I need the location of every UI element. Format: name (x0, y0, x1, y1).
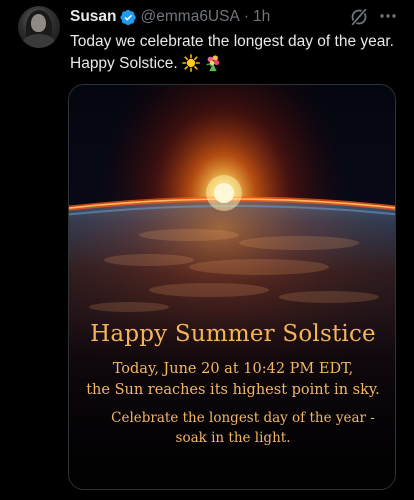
grok-icon[interactable] (349, 7, 369, 27)
author-name[interactable]: Susan (70, 8, 117, 26)
avatar-face (31, 14, 46, 32)
tweet-header: Susan @emma6USA · 1h (70, 7, 270, 27)
media-line-1: Today, June 20 at 10:42 PM EDT, (112, 361, 354, 377)
more-icon[interactable] (377, 6, 399, 26)
avatar[interactable] (18, 6, 60, 48)
tweet[interactable]: Susan @emma6USA · 1h Today we celebrate … (0, 0, 414, 500)
verified-badge-icon[interactable] (119, 9, 137, 26)
bouquet-emoji (204, 54, 222, 79)
tweet-text-body: Today we celebrate the longest day of th… (70, 33, 394, 72)
timestamp[interactable]: 1h (253, 8, 270, 26)
avatar-shoulders (22, 34, 56, 48)
sun-emoji (182, 54, 200, 79)
separator-dot: · (243, 8, 249, 25)
media-line-3: Celebrate the longest day of the year - (111, 410, 375, 426)
tweet-text: Today we celebrate the longest day of th… (70, 31, 400, 79)
media-line-2: the Sun reaches its highest point in sky… (86, 382, 380, 398)
media-title: Happy Summer Solstice (90, 321, 376, 347)
media-line-4: soak in the light. (175, 430, 291, 446)
author-handle[interactable]: @emma6USA (141, 8, 240, 26)
media-image[interactable]: Happy Summer Solstice Today, June 20 at … (68, 84, 396, 490)
